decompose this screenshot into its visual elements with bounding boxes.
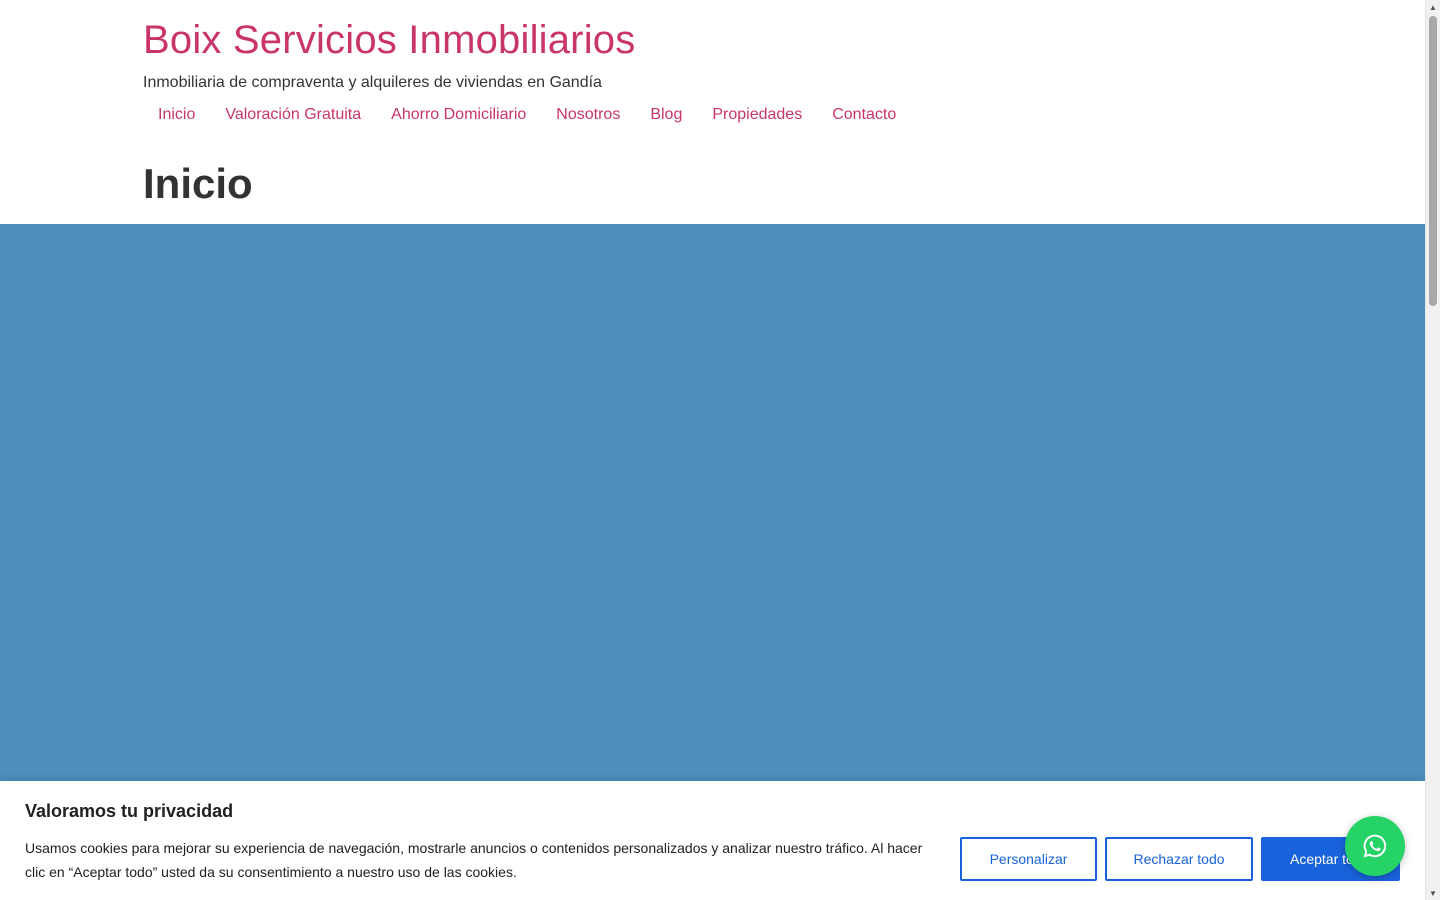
nav-item-valoracion-gratuita[interactable]: Valoración Gratuita	[210, 104, 376, 126]
site-header: Boix Servicios Inmobiliarios Inmobiliari…	[143, 14, 635, 91]
site-title-link[interactable]: Boix Servicios Inmobiliarios	[143, 14, 635, 66]
nav-item-ahorro-domiciliario[interactable]: Ahorro Domiciliario	[376, 104, 541, 126]
nav-item-contacto[interactable]: Contacto	[817, 104, 911, 126]
nav-item-nosotros[interactable]: Nosotros	[541, 104, 635, 126]
whatsapp-icon	[1363, 834, 1387, 858]
cookie-banner-title: Valoramos tu privacidad	[25, 801, 234, 821]
scroll-down-arrow-icon[interactable]: ▼	[1426, 886, 1440, 900]
cookie-banner-text: Usamos cookies para mejorar su experienc…	[25, 840, 923, 880]
page-title: Inicio	[143, 160, 253, 207]
page: Boix Servicios Inmobiliarios Inmobiliari…	[0, 0, 1425, 900]
nav-item-inicio[interactable]: Inicio	[143, 104, 210, 126]
nav-item-propiedades[interactable]: Propiedades	[697, 104, 817, 126]
scrollbar-thumb[interactable]	[1429, 16, 1437, 306]
cookie-banner: Valoramos tu privacidad Usamos cookies p…	[0, 781, 1425, 900]
vertical-scrollbar[interactable]: ▲ ▼	[1425, 0, 1440, 900]
nav-item-blog[interactable]: Blog	[635, 104, 697, 126]
main-navigation: Inicio Valoración Gratuita Ahorro Domici…	[143, 104, 911, 126]
scroll-up-arrow-icon[interactable]: ▲	[1426, 0, 1440, 14]
customize-cookies-button[interactable]: Personalizar	[960, 837, 1097, 881]
site-tagline: Inmobiliaria de compraventa y alquileres…	[143, 74, 602, 91]
whatsapp-chat-button[interactable]	[1345, 816, 1405, 876]
reject-all-cookies-button[interactable]: Rechazar todo	[1105, 837, 1253, 881]
